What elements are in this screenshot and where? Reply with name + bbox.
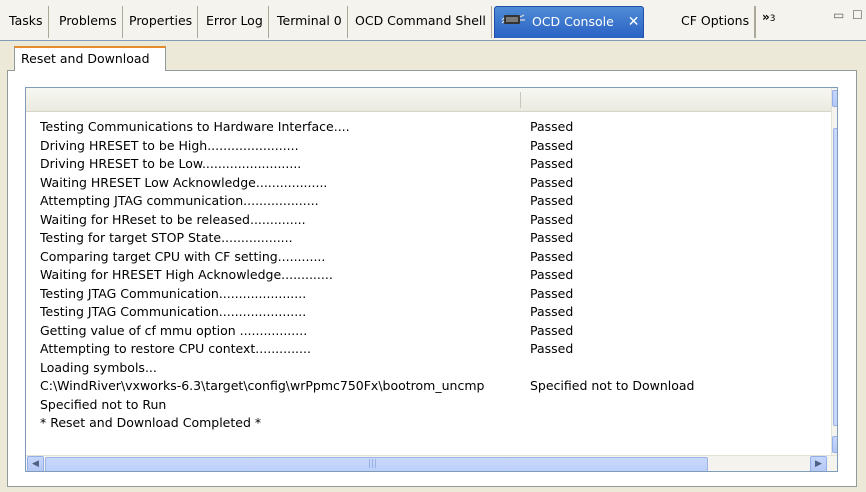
ocd-console-icon [500,8,528,38]
tab-ocd-console[interactable]: OCD Console ✕ [494,6,644,38]
tab-problems[interactable]: Problems [54,6,123,38]
status-cell: Passed [530,193,574,208]
tab-label: Properties [129,13,193,28]
tab-error-log[interactable]: Error Log [201,6,269,38]
status-cell: Specified not to Download [530,378,695,393]
step-cell: Testing JTAG Communication..............… [40,285,307,301]
table-row[interactable]: Waiting for HRESET High Acknowledge.....… [40,266,740,285]
table-row[interactable]: Specified not to Run [40,396,740,415]
minimize-icon[interactable]: ▭ [833,8,844,22]
results-table: Testing Communications to Hardware Inter… [25,87,838,472]
step-cell: Testing Communications to Hardware Inter… [40,119,350,134]
step-cell: * Reset and Download Completed * [40,415,262,430]
table-row[interactable]: Driving HRESET to be High...............… [40,137,740,156]
status-cell: Passed [530,248,574,264]
status-cell: Passed [530,156,574,171]
step-cell: Waiting for HReset to be released.......… [40,211,306,227]
arrow-down-icon[interactable]: ▼ [832,436,837,453]
maximize-icon[interactable]: ☐ [852,8,863,22]
step-cell: Loading symbols... [40,359,157,375]
table-row[interactable]: Testing JTAG Communication..............… [40,303,740,322]
subtab-reset-and-download[interactable]: Reset and Download [14,46,166,71]
horizontal-scrollbar[interactable]: ◀ ||| ▶ [26,455,837,471]
status-cell: Passed [530,174,574,190]
status-cell: Passed [530,304,574,319]
table-row[interactable]: Testing Communications to Hardware Inter… [40,118,740,137]
arrow-right-icon[interactable]: ▶ [810,456,827,471]
status-cell: Passed [530,322,574,338]
step-cell: Testing for target STOP State...........… [40,230,293,245]
status-cell: Passed [530,230,574,245]
table-row[interactable]: Testing for target STOP State...........… [40,229,740,248]
chevron-icon: » [762,10,770,24]
tab-label: Problems [59,13,117,28]
overflow-count: 3 [769,14,776,24]
subtab-label: Reset and Download [21,51,150,66]
vertical-scroll-thumb[interactable]: ≡ [833,128,837,426]
tab-cf-options[interactable]: CF Options [676,6,756,38]
tab-terminal-0[interactable]: Terminal 0 [272,6,348,38]
arrow-left-icon[interactable]: ◀ [27,456,44,471]
table-row[interactable]: Waiting for HReset to be released.......… [40,211,740,230]
step-cell: Testing JTAG Communication..............… [40,304,307,319]
tab-label: Error Log [206,13,263,28]
table-row[interactable]: Attempting JTAG communication...........… [40,192,740,211]
table-row[interactable]: * Reset and Download Completed * [40,414,740,433]
table-row[interactable]: Loading symbols... [40,359,740,378]
tab-label: OCD Console [531,14,614,29]
tab-overflow-button[interactable]: »3 [755,6,783,38]
step-cell: Driving HRESET to be High...............… [40,137,299,153]
close-icon[interactable]: ✕ [628,14,640,30]
step-cell: C:\WindRiver\vxworks-6.3\target\config\w… [40,378,485,393]
table-row[interactable]: Comparing target CPU with CF setting....… [40,248,740,267]
step-cell: Attempting JTAG communication...........… [40,193,319,208]
arrow-up-icon[interactable]: ▲ [832,90,837,107]
status-cell: Passed [530,341,574,356]
step-cell: Attempting to restore CPU context.......… [40,341,311,356]
table-row[interactable]: C:\WindRiver\vxworks-6.3\target\config\w… [40,377,740,396]
step-cell: Getting value of cf mmu option .........… [40,322,308,338]
step-cell: Waiting for HRESET High Acknowledge.....… [40,267,333,282]
status-cell: Passed [530,211,574,227]
table-header [26,88,832,112]
table-row[interactable]: Attempting to restore CPU context.......… [40,340,740,359]
vertical-scrollbar[interactable]: ▲ ≡ ▼ [831,88,837,455]
step-cell: Specified not to Run [40,396,167,412]
tab-tasks[interactable]: Tasks [4,6,49,38]
status-cell: Passed [530,137,574,153]
table-body: Testing Communications to Hardware Inter… [40,118,740,433]
step-cell: Driving HRESET to be Low................… [40,156,302,171]
table-row[interactable]: Driving HRESET to be Low................… [40,155,740,174]
table-row[interactable]: Testing JTAG Communication..............… [40,285,740,304]
horizontal-scroll-thumb[interactable]: ||| [45,457,708,471]
view-tab-bar: Tasks Problems Properties Error Log Term… [0,0,866,41]
tab-label: OCD Command Shell [355,13,486,28]
step-cell: Waiting HRESET Low Acknowledge..........… [40,174,328,190]
tab-label: Terminal 0 [277,13,342,28]
column-divider[interactable] [520,92,521,108]
status-cell: Passed [530,285,574,301]
tab-label: CF Options [681,13,750,28]
status-cell: Passed [530,267,574,282]
table-row[interactable]: Getting value of cf mmu option .........… [40,322,740,341]
tab-label: Tasks [9,13,43,28]
tab-properties[interactable]: Properties [124,6,199,38]
status-cell: Passed [530,119,574,134]
step-cell: Comparing target CPU with CF setting....… [40,248,326,264]
table-row[interactable]: Waiting HRESET Low Acknowledge..........… [40,174,740,193]
tab-ocd-command-shell[interactable]: OCD Command Shell [350,6,492,38]
